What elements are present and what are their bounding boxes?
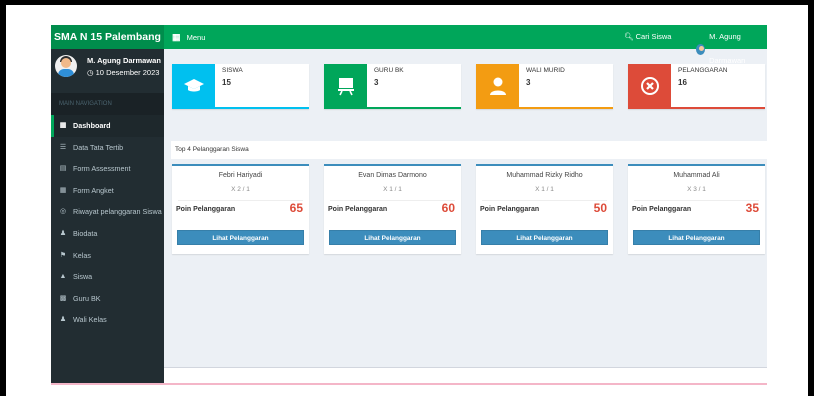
student-card: Muhammad Rizky Ridho X 1 / 1 Poin Pelang… — [476, 164, 613, 254]
sidebar-item-riwayat-pelanggaran[interactable]: ◎ Riwayat pelanggaran Siswa — [51, 201, 164, 223]
stat-label: PELANGGARAN — [678, 67, 728, 74]
student-name: Muhammad Ali — [673, 172, 720, 179]
sidebar-item-guru-bk[interactable]: ▩ Guru BK — [51, 288, 164, 310]
sidebar-item-data-tata-tertib[interactable]: ☰ Data Tata Tertib — [51, 137, 164, 159]
student-name: Evan Dimas Darmono — [358, 172, 427, 179]
lihat-pelanggaran-button[interactable]: Lihat Pelanggaran — [633, 230, 760, 245]
stat-label: SISWA — [222, 67, 243, 74]
poin-value: 60 — [441, 201, 455, 215]
user-icon: ♟ — [59, 229, 67, 237]
list-icon: ☰ — [59, 143, 67, 151]
student-card: Muhammad Ali X 3 / 1 Poin Pelanggaran 35… — [628, 164, 765, 254]
sidebar-item-kelas[interactable]: ⚑ Kelas — [51, 245, 164, 267]
avatar — [55, 55, 77, 77]
poin-label: Poin Pelanggaran — [480, 206, 540, 213]
student-class: X 2 / 1 — [231, 186, 250, 193]
menu-toggle-button[interactable]: ▦ Menu — [172, 25, 205, 49]
stat-label: WALI MURID — [526, 67, 565, 74]
user-date: ◷ 10 Desember 2023 — [87, 68, 160, 77]
page-footer — [164, 367, 767, 383]
divider — [634, 200, 759, 201]
sidebar-item-wali-kelas[interactable]: ♟ Wali Kelas — [51, 309, 164, 331]
board-icon: ▩ — [59, 294, 67, 302]
stat-box-siswa: SISWA 15 — [172, 64, 309, 109]
stat-value: 3 — [374, 78, 379, 87]
section-title: Top 4 Pelanggaran Siswa — [171, 141, 767, 159]
sidebar-item-dashboard[interactable]: ▦ Dashboard — [51, 115, 164, 137]
top-navbar: ▦ Menu 🔍︎ Cari Siswa M. Agung Darmawan — [164, 25, 767, 65]
student-class: X 3 / 1 — [687, 186, 706, 193]
grid-icon: ▦ — [59, 122, 67, 129]
brand-logo[interactable]: SMA N 15 Palembang — [51, 25, 164, 49]
user-name: M. Agung Darmawan — [87, 56, 161, 65]
student-card: Evan Dimas Darmono X 1 / 1 Poin Pelangga… — [324, 164, 461, 254]
main-content: SISWA 15 GURU BK 3 WALI MURID 3 PELANGGA… — [164, 49, 767, 383]
stat-box-wali-murid: WALI MURID 3 — [476, 64, 613, 109]
sidebar-item-form-angket[interactable]: ▦ Form Angket — [51, 180, 164, 202]
poin-value: 50 — [593, 201, 607, 215]
tag-icon: ⚑ — [59, 251, 67, 259]
poin-label: Poin Pelanggaran — [632, 206, 692, 213]
user-icon: ♟ — [59, 316, 67, 324]
sidebar-item-form-assessment[interactable]: ▤ Form Assessment — [51, 158, 164, 180]
divider — [330, 200, 455, 201]
graduation-cap-icon — [172, 64, 215, 107]
sidebar-item-siswa[interactable]: ▲ Siswa — [51, 266, 164, 288]
student-class: X 1 / 1 — [535, 186, 554, 193]
lihat-pelanggaran-button[interactable]: Lihat Pelanggaran — [481, 230, 608, 245]
student-name: Febri Hariyadi — [218, 172, 263, 179]
stat-box-guru-bk: GURU BK 3 — [324, 64, 461, 109]
search-label: Cari Siswa — [635, 32, 672, 41]
stat-label: GURU BK — [374, 67, 404, 74]
lihat-pelanggaran-button[interactable]: Lihat Pelanggaran — [177, 230, 304, 245]
table-icon: ▤ — [59, 165, 67, 173]
search-student-link[interactable]: 🔍︎ Cari Siswa — [624, 25, 671, 49]
student-name: Muhammad Rizky Ridho — [506, 172, 583, 179]
student-card: Febri Hariyadi X 2 / 1 Poin Pelanggaran … — [172, 164, 309, 254]
poin-value: 35 — [745, 201, 759, 215]
stat-value: 16 — [678, 78, 687, 87]
screen-frame-top — [0, 0, 814, 5]
form-icon: ▦ — [59, 186, 67, 194]
screen-frame-left — [0, 0, 6, 396]
search-icon: 🔍︎ — [624, 32, 634, 41]
times-circle-icon — [628, 64, 671, 107]
poin-value: 65 — [289, 201, 303, 215]
poin-label: Poin Pelanggaran — [176, 206, 236, 213]
clock-icon: ◷ — [87, 68, 94, 77]
stat-box-pelanggaran: PELANGGARAN 16 — [628, 64, 765, 109]
stat-value: 15 — [222, 78, 231, 87]
nav-header: MAIN NAVIGATION — [51, 93, 164, 115]
sidebar: M. Agung Darmawan ◷ 10 Desember 2023 MAI… — [51, 49, 164, 383]
sidebar-item-biodata[interactable]: ♟ Biodata — [51, 223, 164, 245]
divider — [482, 200, 607, 201]
app-window: SMA N 15 Palembang ▦ Menu 🔍︎ Cari Siswa … — [51, 25, 767, 385]
grid-icon: ▦ — [172, 32, 181, 42]
screen-frame-right — [808, 0, 814, 396]
poin-label: Poin Pelanggaran — [328, 206, 388, 213]
graduation-cap-icon: ▲ — [59, 273, 67, 281]
user-panel: M. Agung Darmawan ◷ 10 Desember 2023 — [51, 49, 164, 93]
stat-value: 3 — [526, 78, 531, 87]
student-class: X 1 / 1 — [383, 186, 402, 193]
divider — [178, 200, 303, 201]
menu-label: Menu — [186, 33, 206, 42]
user-icon — [476, 64, 519, 107]
lihat-pelanggaran-button[interactable]: Lihat Pelanggaran — [329, 230, 456, 245]
board-icon — [324, 64, 367, 107]
target-icon: ◎ — [59, 208, 67, 216]
